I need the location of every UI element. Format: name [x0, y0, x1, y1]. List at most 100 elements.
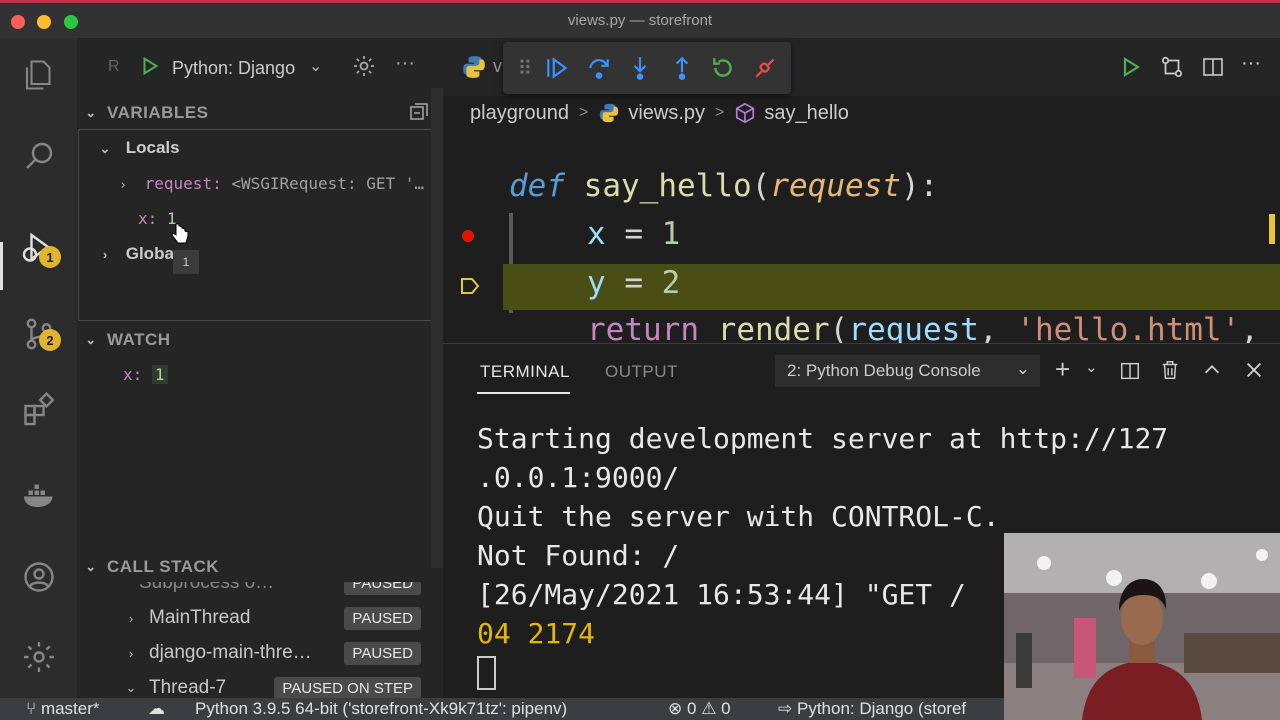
- more-actions-icon[interactable]: ···: [1241, 52, 1261, 75]
- branch-icon: ⑂: [26, 699, 37, 718]
- chevron-right-icon: ›: [128, 645, 134, 661]
- terminal-select-value: 2: Python Debug Console: [787, 361, 981, 380]
- current-statement-arrow-icon: [459, 275, 481, 297]
- problems-item[interactable]: ⊗ 0 ⚠ 0: [668, 699, 731, 719]
- breadcrumb: playground > views.py > say_hello: [470, 98, 849, 128]
- drag-handle-icon[interactable]: ⠿: [509, 52, 541, 84]
- python-interpreter-item[interactable]: Python 3.9.5 64-bit ('storefront-Xk9k71t…: [195, 699, 567, 719]
- disconnect-icon[interactable]: [749, 52, 781, 84]
- chevron-right-icon: ›: [102, 247, 108, 262]
- variables-section-header[interactable]: ⌄ VARIABLES: [77, 96, 443, 130]
- extensions-icon[interactable]: [18, 388, 60, 430]
- chevron-right-icon: >: [715, 104, 725, 121]
- code-line-x[interactable]: x = 1: [587, 216, 680, 252]
- breadcrumb-file[interactable]: views.py: [628, 102, 705, 125]
- restart-icon[interactable]: [707, 52, 739, 84]
- debug-config-item[interactable]: ⇨ Python: Django (storef: [778, 699, 966, 719]
- number-token: 2: [661, 265, 681, 301]
- watch-value: 1: [151, 365, 168, 384]
- variable-request[interactable]: › request: <WSGIRequest: GET '…: [115, 174, 424, 193]
- chevron-right-icon: ›: [119, 178, 127, 193]
- step-out-icon[interactable]: [666, 52, 698, 84]
- collapse-all-icon[interactable]: [409, 102, 429, 122]
- chevron-down-icon: ⌄: [1015, 359, 1030, 378]
- chevron-down-icon: ⌄: [85, 559, 97, 574]
- git-branch-item[interactable]: ⑂ master*: [26, 699, 100, 719]
- parameter-token: request: [770, 168, 901, 204]
- chevron-down-icon: ⌄: [85, 105, 97, 120]
- chevron-down-icon[interactable]: ⌄: [309, 56, 322, 76]
- start-debugging-icon[interactable]: [139, 55, 161, 77]
- terminal-line: 04 2174: [477, 617, 596, 650]
- thread-name: MainThread: [149, 607, 251, 628]
- warning-icon: ⚠: [701, 699, 717, 718]
- tab-output[interactable]: OUTPUT: [605, 362, 678, 382]
- function-name-token: say_hello: [583, 168, 752, 204]
- thread-name: Thread-7: [149, 677, 227, 698]
- terminal-select[interactable]: 2: Python Debug Console ⌄: [775, 355, 1040, 387]
- globals-label: Globa: [125, 244, 174, 263]
- chevron-down-icon: ⌄: [99, 141, 111, 156]
- close-panel-icon[interactable]: [1243, 359, 1265, 381]
- sync-icon[interactable]: ☁: [148, 699, 165, 719]
- run-file-icon[interactable]: [1119, 55, 1143, 79]
- thread-status-badge: PAUSED: [344, 641, 421, 665]
- docker-icon[interactable]: [18, 474, 60, 516]
- debug-sidebar: R Python: Django ⌄ ··· ⌄ VARIABLES ⌄ Loc…: [77, 38, 443, 698]
- more-actions-icon[interactable]: ···: [395, 52, 415, 75]
- activity-bar: 1 2: [0, 38, 77, 698]
- debug-toolbar: ⠿: [503, 42, 791, 94]
- thread-name: Subprocess 0…: [139, 582, 275, 593]
- python-file-icon: [461, 54, 487, 80]
- thread-row[interactable]: ⌄ Thread-7 PAUSED ON STEP: [77, 671, 433, 698]
- breadcrumb-symbol[interactable]: say_hello: [764, 102, 849, 125]
- explorer-icon[interactable]: [18, 54, 60, 96]
- editor-tab-label[interactable]: v: [493, 56, 502, 77]
- call-stack-section-header[interactable]: ⌄ CALL STACK: [77, 550, 443, 584]
- thread-row[interactable]: Subprocess 0… PAUSED: [77, 582, 433, 600]
- launch-config-select[interactable]: Python: Django: [172, 58, 295, 79]
- search-icon[interactable]: [18, 135, 60, 177]
- python-file-icon: [598, 102, 620, 124]
- locals-label: Locals: [125, 138, 180, 157]
- locals-scope[interactable]: ⌄ Locals: [97, 138, 180, 158]
- step-into-icon[interactable]: [624, 52, 656, 84]
- watch-section-header[interactable]: ⌄ WATCH: [77, 323, 443, 357]
- accounts-icon[interactable]: [18, 556, 60, 598]
- open-changes-icon[interactable]: [1159, 54, 1185, 80]
- call-stack-list: Subprocess 0… PAUSED › MainThread PAUSED…: [77, 582, 443, 698]
- new-terminal-icon[interactable]: +: [1055, 356, 1070, 382]
- gear-icon[interactable]: [352, 54, 376, 78]
- run-view-title: R: [108, 58, 120, 75]
- terminal-line: Starting development server at http://12…: [477, 422, 1169, 455]
- window-title: views.py — storefront: [567, 12, 713, 29]
- thread-row[interactable]: › django-main-thre… PAUSED: [77, 636, 433, 670]
- overview-ruler-marker: [1269, 214, 1275, 244]
- code-line-y[interactable]: y = 2: [587, 265, 680, 301]
- terminal-line: Quit the server with CONTROL-C.: [477, 500, 1000, 533]
- paren-token: ):: [900, 168, 939, 204]
- manage-gear-icon[interactable]: [18, 636, 60, 678]
- chevron-down-icon[interactable]: ⌄: [1085, 358, 1098, 376]
- variable-value: <WSGIRequest: GET '…: [231, 174, 424, 193]
- step-over-icon[interactable]: [583, 52, 615, 84]
- sidebar-scrollbar[interactable]: [431, 88, 443, 568]
- terminal-cursor[interactable]: [477, 656, 496, 690]
- chevron-right-icon: ›: [128, 610, 134, 626]
- thread-status-badge: PAUSED: [344, 606, 421, 630]
- trash-icon[interactable]: [1159, 359, 1181, 381]
- code-line-def[interactable]: def say_hello(request):: [509, 168, 938, 204]
- hand-cursor-icon: [171, 223, 189, 244]
- split-editor-icon[interactable]: [1201, 55, 1225, 79]
- split-terminal-icon[interactable]: [1119, 360, 1141, 382]
- active-view-indicator: [0, 242, 3, 290]
- continue-icon[interactable]: [541, 52, 573, 84]
- breadcrumb-folder[interactable]: playground: [470, 102, 569, 125]
- breakpoint-icon[interactable]: [462, 230, 474, 242]
- tab-terminal[interactable]: TERMINAL: [480, 362, 570, 382]
- thread-row[interactable]: › MainThread PAUSED: [77, 601, 433, 635]
- watch-expression-x[interactable]: x: 1: [123, 365, 168, 384]
- variables-panel: ⌄ Locals › request: <WSGIRequest: GET '……: [78, 129, 442, 321]
- globals-scope[interactable]: › Globa: [97, 244, 174, 264]
- maximize-panel-icon[interactable]: [1201, 359, 1223, 381]
